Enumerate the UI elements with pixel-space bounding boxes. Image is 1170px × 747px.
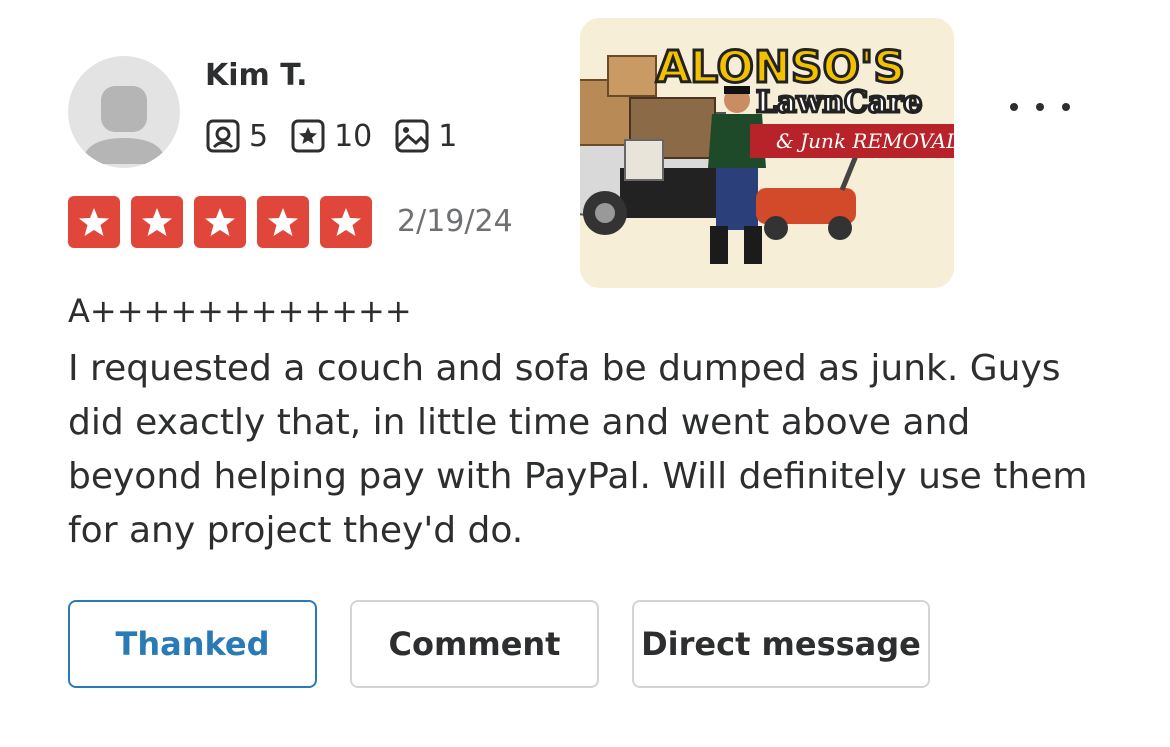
- friends-stat: 10: [290, 118, 372, 154]
- logo-title-line2: LawnCare: [756, 85, 922, 120]
- star-rating: [68, 196, 383, 248]
- friends-count: 10: [334, 118, 373, 154]
- direct-message-button[interactable]: Direct message: [632, 600, 930, 688]
- star-icon: [320, 196, 372, 248]
- business-photo[interactable]: ALONSO'S LawnCare & Junk REMOVAL: [580, 18, 954, 288]
- review-title: A++++++++++++: [68, 292, 412, 330]
- avatar[interactable]: [68, 56, 180, 168]
- star-icon: [131, 196, 183, 248]
- photos-count: 1: [438, 118, 458, 154]
- review-text: I requested a couch and sofa be dumped a…: [68, 348, 1088, 551]
- reviews-stat: 5: [205, 118, 268, 154]
- reviews-count: 5: [249, 118, 269, 154]
- photo-icon: [395, 119, 429, 153]
- user-placeholder-icon: [82, 86, 166, 164]
- reviewer-name[interactable]: Kim T.: [205, 58, 308, 93]
- review-icon: [206, 119, 240, 153]
- comment-button[interactable]: Comment: [350, 600, 599, 688]
- review-date: 2/19/24: [397, 204, 513, 239]
- star-icon: [194, 196, 246, 248]
- business-logo-image: ALONSO'S LawnCare & Junk REMOVAL: [580, 18, 954, 288]
- star-icon: [68, 196, 120, 248]
- logo-title-line3: & Junk REMOVAL: [776, 129, 954, 153]
- reviewer-stats: 5 10 1: [205, 118, 479, 154]
- thanked-button[interactable]: Thanked: [68, 600, 317, 688]
- star-badge-icon: [291, 119, 325, 153]
- photos-stat: 1: [394, 118, 457, 154]
- more-horizontal-icon[interactable]: [1010, 92, 1070, 122]
- star-icon: [257, 196, 309, 248]
